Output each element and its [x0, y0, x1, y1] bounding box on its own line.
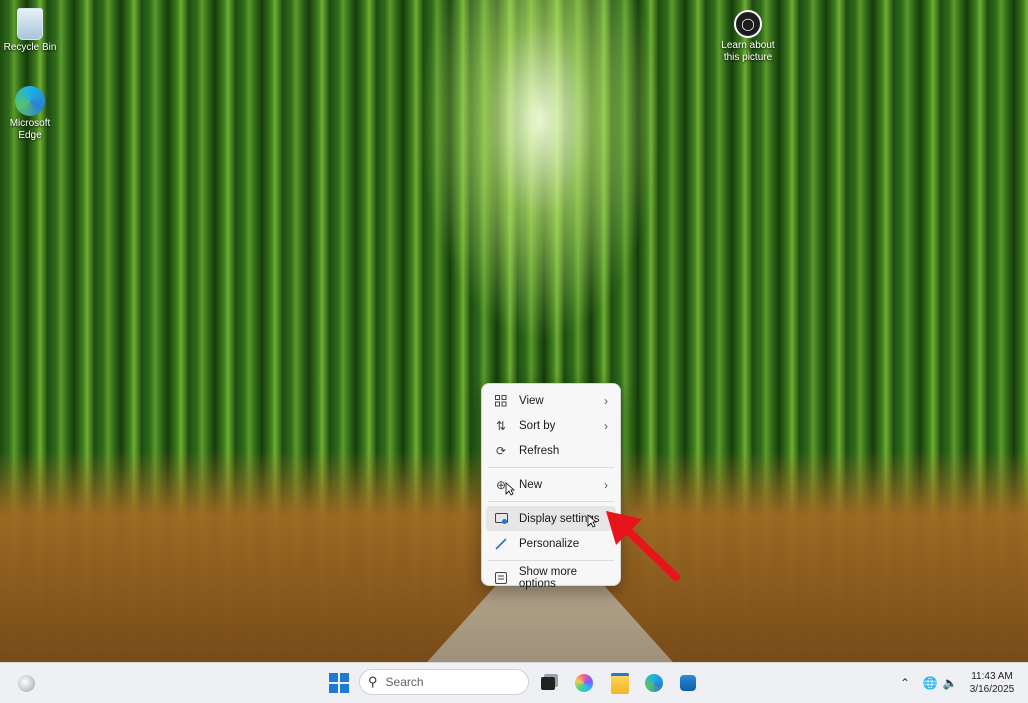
menu-item-show-more-options[interactable]: Show more options: [486, 565, 616, 590]
menu-item-sort-by-label: Sort by: [519, 419, 556, 432]
mouse-cursor-icon: [587, 514, 597, 528]
copilot-button[interactable]: [572, 671, 596, 695]
copilot-icon: [575, 674, 593, 692]
taskbar: ⚲ Search ⌃ 🌐 🔈 11:43 AM 3/16/2025: [0, 662, 1028, 703]
globe-icon: 🌐: [922, 676, 938, 690]
menu-item-refresh-label: Refresh: [519, 444, 560, 457]
clock-time: 11:43 AM: [971, 671, 1013, 682]
menu-separator: [488, 501, 614, 502]
refresh-icon: ⟳: [495, 443, 507, 458]
speaker-icon: 🔈: [942, 676, 958, 690]
sort-icon: ⇅: [495, 418, 507, 433]
edge-icon: [15, 86, 45, 116]
search-icon: ⚲: [368, 674, 378, 689]
recycle-bin-label: Recycle Bin: [3, 42, 57, 53]
brush-icon: [494, 537, 508, 551]
task-view-button[interactable]: [536, 671, 560, 695]
clock[interactable]: 11:43 AM 3/16/2025: [960, 668, 1024, 698]
menu-item-new-label: New: [519, 478, 543, 491]
menu-item-sort-by[interactable]: ⇅ Sort by ›: [486, 413, 616, 438]
view-grid-icon: [494, 394, 508, 408]
edge-taskbar-button[interactable]: [642, 671, 666, 695]
recycle-bin-icon: [17, 8, 43, 40]
menu-item-view-label: View: [519, 394, 544, 407]
menu-separator: [488, 560, 614, 561]
store-button[interactable]: [676, 671, 700, 695]
network-button[interactable]: 🌐: [921, 671, 939, 695]
clock-date: 3/16/2025: [969, 684, 1015, 695]
weather-widget-icon: [17, 674, 35, 692]
chevron-right-icon: ›: [604, 393, 608, 408]
edge-shortcut[interactable]: Microsoft Edge: [0, 86, 60, 142]
learn-about-picture-shortcut[interactable]: ◯ Learn about this picture: [718, 10, 778, 64]
windows-logo-icon: [329, 673, 349, 693]
folder-icon: [611, 672, 629, 694]
task-view-icon: [541, 676, 555, 690]
more-options-icon: [494, 571, 508, 585]
menu-item-personalize-label: Personalize: [519, 537, 580, 550]
learn-about-picture-label: Learn about this picture: [721, 40, 775, 63]
start-button[interactable]: [327, 671, 351, 695]
menu-separator: [488, 467, 614, 468]
camera-icon: ◯: [734, 10, 762, 38]
widgets-button[interactable]: [14, 671, 38, 695]
edge-label: Microsoft Edge: [9, 118, 51, 141]
display-settings-icon: [494, 512, 508, 526]
red-arrow-annotation-icon: [606, 511, 680, 581]
chevron-right-icon: ›: [604, 477, 608, 492]
edge-icon: [645, 674, 663, 692]
menu-item-personalize[interactable]: Personalize: [486, 531, 616, 556]
recycle-bin-shortcut[interactable]: Recycle Bin: [0, 8, 60, 54]
menu-item-refresh[interactable]: ⟳ Refresh: [486, 438, 616, 463]
mouse-cursor-icon: [505, 482, 515, 496]
chevron-up-icon: ⌃: [899, 676, 911, 690]
menu-item-view[interactable]: View ›: [486, 388, 616, 413]
store-icon: [680, 675, 696, 691]
volume-button[interactable]: 🔈: [941, 671, 959, 695]
search-placeholder: Search: [385, 675, 424, 689]
taskbar-search[interactable]: ⚲ Search: [359, 669, 529, 695]
desktop-wallpaper[interactable]: Recycle Bin Microsoft Edge ◯ Learn about…: [0, 0, 1028, 662]
file-explorer-button[interactable]: [608, 671, 632, 695]
show-hidden-icons-button[interactable]: ⌃: [896, 671, 914, 695]
chevron-right-icon: ›: [604, 418, 608, 433]
